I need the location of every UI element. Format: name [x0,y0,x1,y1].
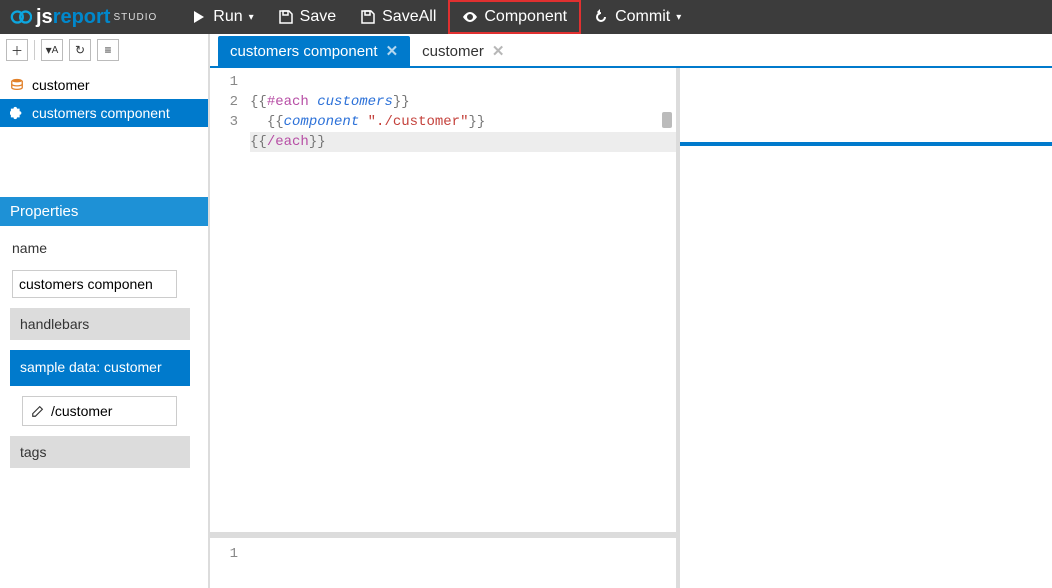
name-input[interactable] [12,270,177,298]
play-icon [191,9,207,25]
commit-button[interactable]: Commit ▾ [581,0,693,34]
tags-row[interactable]: tags [10,436,190,468]
close-icon[interactable]: ✕ [492,42,505,60]
component-button[interactable]: Component [448,0,581,34]
main-area: ＋ ▾A ↻ ≡ customer customers component Pr… [0,34,1052,588]
properties-header: Properties [0,197,208,226]
code-body[interactable] [250,538,676,588]
run-label: Run [213,8,242,26]
top-toolbar: jsreport STUDIO Run ▾ Save SaveAll Compo… [0,0,1052,34]
add-button[interactable]: ＋ [6,39,28,61]
sample-data-picker[interactable]: /customer [22,396,177,426]
engine-row[interactable]: handlebars [10,308,190,340]
save-icon [360,9,376,25]
edit-icon [31,404,45,418]
code-body[interactable]: {{#each customers}} {{component "./custo… [250,68,676,532]
toolbar-items: Run ▾ Save SaveAll Component Commit ▾ [179,0,693,34]
logo[interactable]: jsreport STUDIO [0,0,167,34]
entity-tree: customer customers component [0,67,208,127]
tab-label: customer [422,43,484,60]
saveall-label: SaveAll [382,8,436,26]
component-label: Component [484,8,567,26]
divider [34,40,35,60]
save-button[interactable]: Save [266,0,348,34]
line-gutter: 1 2 3 [210,68,250,532]
tree-item-label: customers component [32,105,170,121]
tab-customers-component[interactable]: customers component ✕ [218,36,410,66]
line-gutter: 1 [210,538,250,588]
editor-left-column: 1 2 3 {{#each customers}} {{component ".… [210,68,680,588]
commit-label: Commit [615,8,670,26]
scroll-thumb[interactable] [662,112,672,128]
tree-item-customer[interactable]: customer [0,71,208,99]
caret-down-icon: ▾ [676,12,681,23]
editor-split: 1 2 3 {{#each customers}} {{component ".… [210,68,1052,588]
refresh-button[interactable]: ↻ [69,39,91,61]
logo-prefix: js [36,6,53,29]
line-number: 1 [210,72,238,92]
tree-item-customers-component[interactable]: customers component [0,99,208,127]
tab-customer[interactable]: customer ✕ [410,36,516,66]
logo-main: report [53,6,111,29]
line-number: 2 [210,92,238,112]
right-pane: customers component ✕ customer ✕ 1 2 3 {… [210,34,1052,588]
tree-toolbar: ＋ ▾A ↻ ≡ [0,34,208,67]
sample-data-row[interactable]: sample data: customer [10,350,190,386]
tree-item-label: customer [32,77,90,93]
sample-data-value: /customer [51,403,112,419]
caret-down-icon: ▾ [249,12,254,23]
line-number: 3 [210,112,238,132]
properties-body: name [0,226,208,308]
tab-label: customers component [230,43,378,60]
save-icon [278,9,294,25]
filter-button[interactable]: ▾A [41,39,63,61]
puzzle-icon [10,106,24,120]
preview-column [680,68,1052,588]
left-pane: ＋ ▾A ↻ ≡ customer customers component Pr… [0,34,210,588]
tabs-row: customers component ✕ customer ✕ [210,34,1052,68]
code-editor-bottom[interactable]: 1 [210,532,676,588]
save-label: Save [300,8,336,26]
code-editor-main[interactable]: 1 2 3 {{#each customers}} {{component ".… [210,68,676,532]
logo-icon [10,6,32,28]
line-number: 1 [210,546,238,562]
close-icon[interactable]: ✕ [386,42,399,60]
menu-button[interactable]: ≡ [97,39,119,61]
logo-suffix: STUDIO [113,12,157,23]
database-icon [10,78,24,92]
saveall-button[interactable]: SaveAll [348,0,448,34]
name-label: name [12,236,196,260]
history-icon [593,9,609,25]
eye-icon [462,9,478,25]
run-button[interactable]: Run ▾ [179,0,265,34]
preview-divider [680,142,1052,146]
